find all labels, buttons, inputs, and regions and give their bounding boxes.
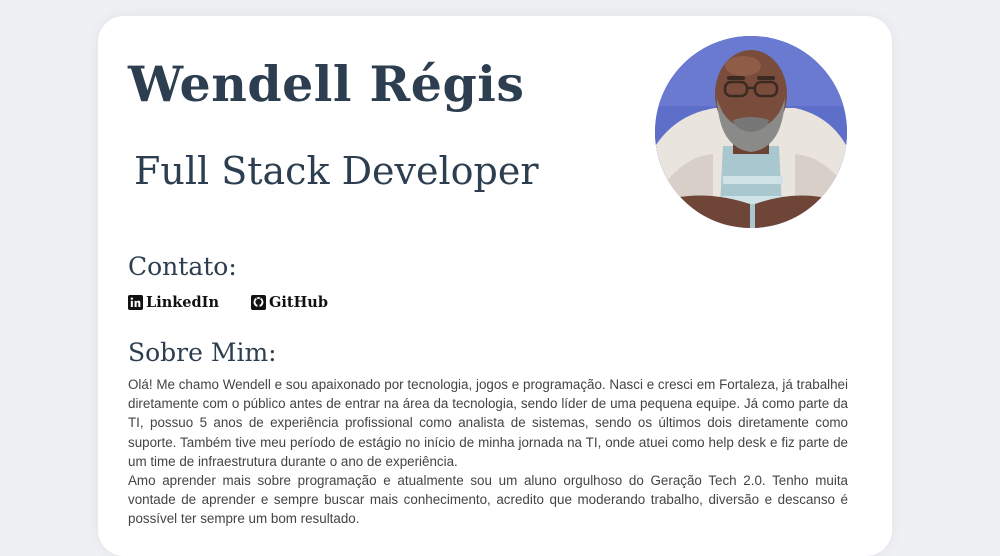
linkedin-icon (128, 295, 143, 310)
linkedin-link[interactable]: LinkedIn (128, 294, 219, 311)
github-icon (250, 295, 266, 310)
about-paragraph: Amo aprender mais sobre programação e at… (128, 473, 848, 527)
profile-avatar (655, 36, 847, 228)
github-link[interactable]: GitHub (250, 294, 328, 311)
contact-links: LinkedIn GitHub (128, 294, 328, 311)
linkedin-label: LinkedIn (146, 294, 219, 311)
about-paragraph: Olá! Me chamo Wendell e sou apaixonado p… (128, 377, 848, 469)
profile-card: Wendell Régis Full Stack Developer Conta… (98, 16, 892, 556)
profile-name: Wendell Régis (128, 55, 525, 113)
about-title: Sobre Mim: (128, 338, 277, 367)
profile-role: Full Stack Developer (134, 149, 539, 193)
person-avatar-illustration (655, 36, 847, 228)
github-label: GitHub (268, 294, 328, 311)
about-text: Olá! Me chamo Wendell e sou apaixonado p… (128, 375, 848, 529)
contact-title: Contato: (128, 252, 237, 281)
